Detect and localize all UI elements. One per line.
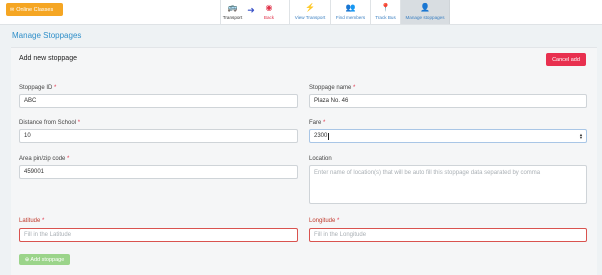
required-mark: * xyxy=(77,120,81,126)
map-pin-icon: 📍 xyxy=(380,3,391,12)
nav-view-transport[interactable]: ⚡ View Transport xyxy=(289,0,330,24)
lightning-icon: ⚡ xyxy=(305,3,315,12)
nav-transport-label: Transport xyxy=(222,15,243,20)
longitude-input[interactable]: Fill in the Longitude xyxy=(309,228,587,242)
nav-back[interactable]: ◉ Back xyxy=(258,0,280,24)
required-mark: * xyxy=(54,85,57,91)
users-icon: 👥 xyxy=(345,3,356,12)
stoppage-id-label-text: Stoppage ID xyxy=(19,85,53,91)
pin-value: 459001 xyxy=(24,169,45,175)
location-icon: 👤 xyxy=(420,3,430,12)
text-cursor xyxy=(328,132,329,140)
nav-transport[interactable]: 🚌 Transport xyxy=(220,0,244,24)
bus-icon: 🚌 xyxy=(227,3,238,12)
nav-find-members-label: Find members xyxy=(335,15,366,20)
add-stoppage-button[interactable]: ⊕ Add stoppage xyxy=(19,254,70,265)
online-classes-button[interactable]: ✉ Online Classes xyxy=(6,3,63,16)
required-mark: * xyxy=(67,156,70,162)
pin-input[interactable]: 459001 xyxy=(19,165,298,179)
latitude-input[interactable]: Fill in the Latitude xyxy=(19,228,298,242)
nav-view-transport-label: View Transport xyxy=(294,15,326,20)
cancel-add-button[interactable]: Cancel add xyxy=(546,53,586,66)
page-title: Manage Stoppages xyxy=(12,31,82,40)
stoppage-name-input[interactable]: Plaza No. 46 xyxy=(309,94,587,108)
latitude-placeholder: Fill in the Latitude xyxy=(24,232,72,238)
stoppage-id-value: ABC xyxy=(24,98,37,104)
stoppage-id-label: Stoppage ID * xyxy=(19,85,56,91)
online-classes-label: Online Classes xyxy=(16,6,54,13)
distance-label-text: Distance from School xyxy=(19,120,77,126)
nav-arrow: ➜ xyxy=(244,0,258,24)
stoppage-id-input[interactable]: ABC xyxy=(19,94,298,108)
longitude-placeholder: Fill in the Longitude xyxy=(314,232,367,238)
stoppage-name-label: Stoppage name * xyxy=(309,85,355,91)
distance-label: Distance from School * xyxy=(19,120,80,126)
fare-input[interactable]: 2300 ▲ ▼ xyxy=(309,129,587,143)
stoppage-name-value: Plaza No. 46 xyxy=(314,98,349,104)
required-mark: * xyxy=(323,120,326,126)
top-navigation-bar: ✉ Online Classes 🚌 Transport ➜ ◉ Back ⚡ … xyxy=(0,0,602,25)
distance-input[interactable]: 10 xyxy=(19,129,298,143)
fare-label-text: Fare xyxy=(309,120,322,126)
required-mark: * xyxy=(337,218,340,224)
fare-value: 2300 xyxy=(314,133,328,139)
required-mark: * xyxy=(42,218,45,224)
back-circle-icon: ◉ xyxy=(265,3,273,12)
form-title: Add new stoppage xyxy=(19,55,77,62)
latitude-label: Latitude * xyxy=(19,218,44,224)
location-placeholder: Enter name of location(s) that will be a… xyxy=(314,170,541,176)
longitude-label-text: Longitude xyxy=(309,218,336,224)
nav-track-bus[interactable]: 📍 Track Bus xyxy=(370,0,400,24)
arrow-right-icon: ➜ xyxy=(247,5,255,15)
required-mark: * xyxy=(353,85,356,91)
nav-manage-stoppages-label: Manage stoppages xyxy=(405,15,445,20)
nav-track-bus-label: Track Bus xyxy=(375,15,396,20)
longitude-label: Longitude * xyxy=(309,218,339,224)
location-label: Location xyxy=(309,156,332,162)
nav-back-label: Back xyxy=(263,15,275,20)
latitude-label-text: Latitude xyxy=(19,218,41,224)
location-textarea[interactable]: Enter name of location(s) that will be a… xyxy=(309,165,587,204)
chat-icon: ✉ xyxy=(10,6,15,13)
fare-label: Fare * xyxy=(309,120,325,126)
nav-manage-stoppages[interactable]: 👤 Manage stoppages xyxy=(400,0,450,24)
nav-find-members[interactable]: 👥 Find members xyxy=(330,0,370,24)
location-label-text: Location xyxy=(309,156,332,162)
spin-down-icon[interactable]: ▼ xyxy=(579,136,583,140)
add-stoppage-label: Add stoppage xyxy=(30,256,65,263)
number-spinner[interactable]: ▲ ▼ xyxy=(579,133,583,140)
pin-label: Area pin/zip code * xyxy=(19,156,69,162)
distance-value: 10 xyxy=(24,133,31,139)
stoppage-name-label-text: Stoppage name xyxy=(309,85,352,91)
plus-circle-icon: ⊕ xyxy=(24,256,30,263)
pin-label-text: Area pin/zip code xyxy=(19,156,66,162)
